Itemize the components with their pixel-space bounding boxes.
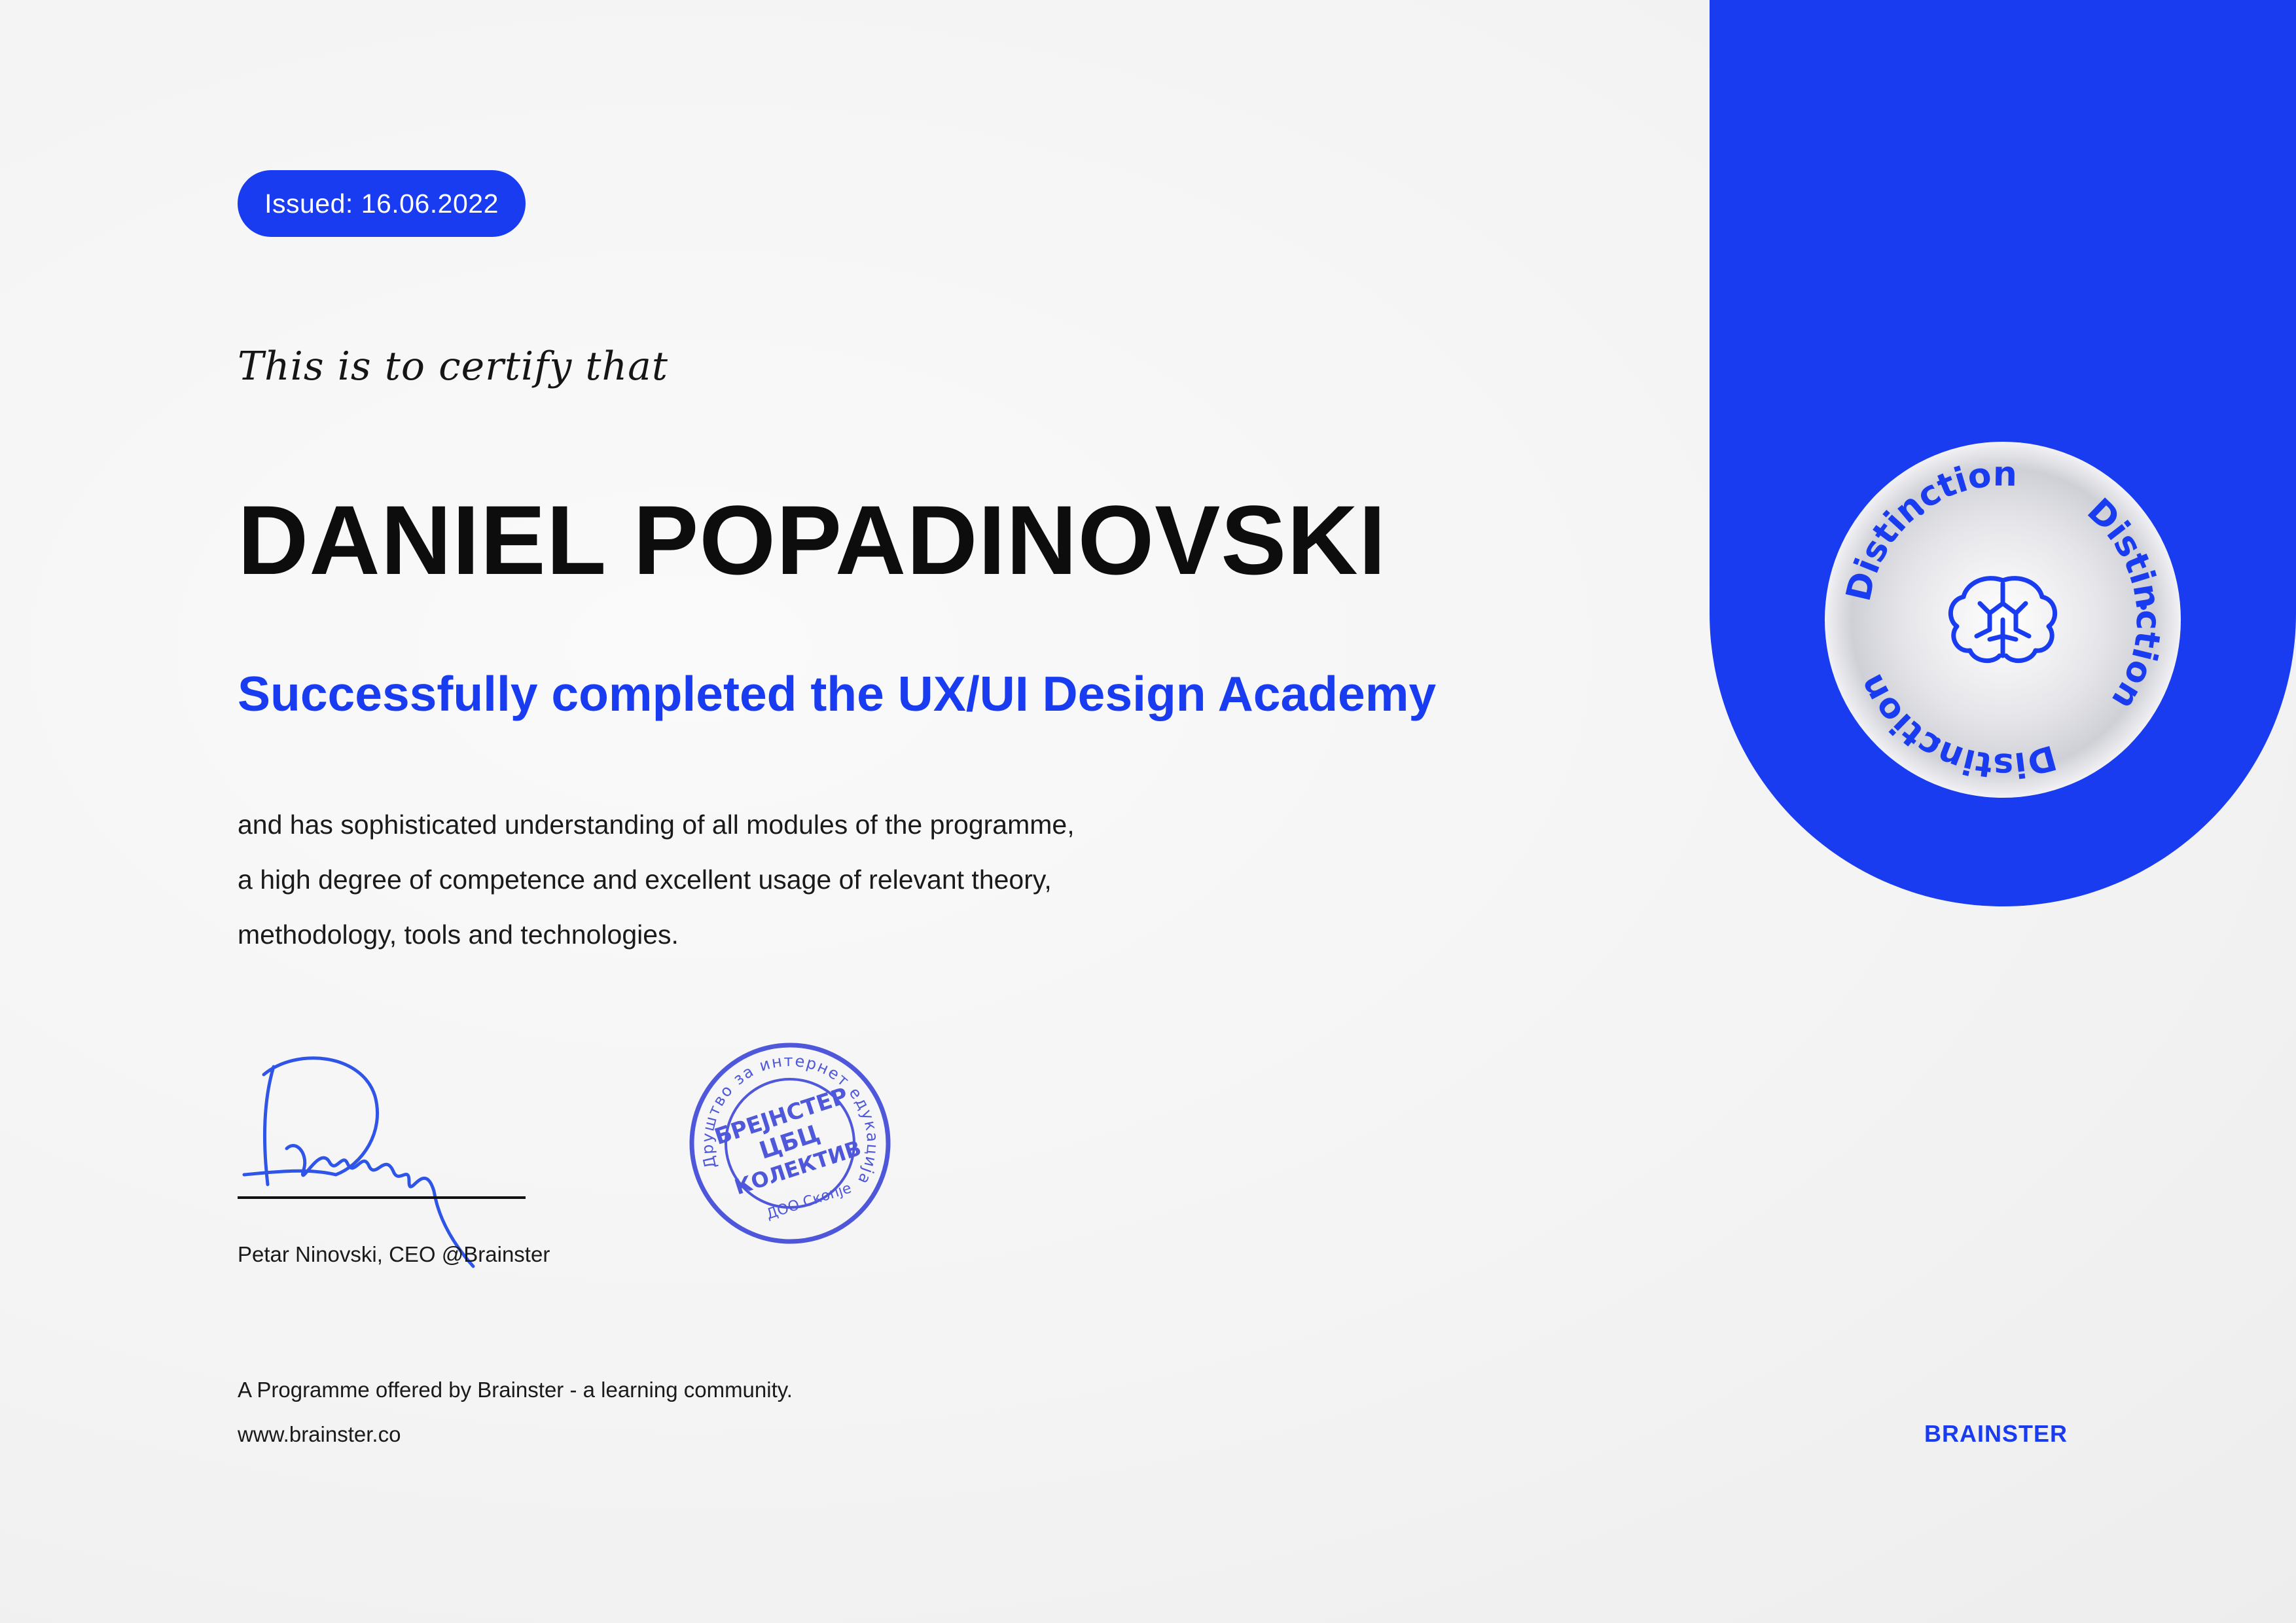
footer-website: www.brainster.co [238,1422,401,1446]
footer-programme-line: A Programme offered by Brainster - a lea… [238,1378,793,1402]
seal-dot [2140,603,2147,610]
description-line: a high degree of competence and excellen… [238,865,1052,895]
distinction-seal: Distinction Distinction Distinction [1825,442,2181,798]
description-line: methodology, tools and technologies. [238,919,679,950]
seal-dot [1934,738,1941,744]
signature-line [238,1196,526,1199]
issued-date-label: Issued: 16.06.2022 [264,188,499,219]
certificate: Issued: 16.06.2022 This is to certify th… [0,0,2296,1623]
handwritten-signature [242,1056,475,1268]
certify-heading: This is to certify that [238,344,668,389]
signer-caption: Petar Ninovski, CEO @Brainster [238,1242,550,1266]
recipient-name: DANIEL POPADINOVSKI [238,485,1387,595]
issued-date-badge: Issued: 16.06.2022 [238,170,526,237]
signature-block [238,1041,539,1276]
footer: A Programme offered by Brainster - a lea… [238,1368,793,1457]
brand-wordmark: BRAINSTER [1924,1420,2068,1447]
description-paragraph: and has sophisticated understanding of a… [238,797,1350,962]
seal-dot [1918,508,1924,515]
completion-statement: Successfully completed the UX/UI Design … [238,666,1437,721]
company-stamp: Друштво за интернет едукација БРЕЈНСТЕР … [684,1037,897,1244]
description-line: and has sophisticated understanding of a… [238,810,1075,840]
